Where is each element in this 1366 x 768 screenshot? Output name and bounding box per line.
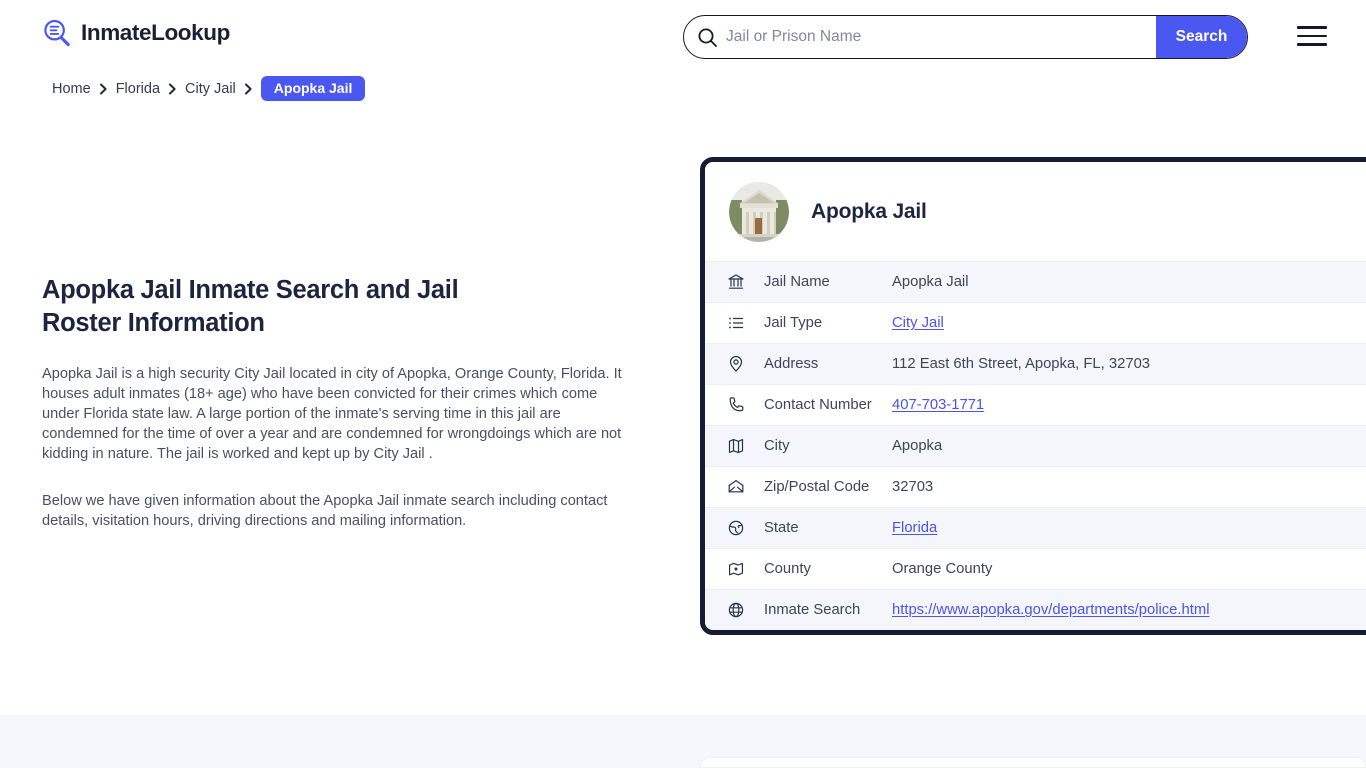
row-value: Orange County: [892, 561, 992, 577]
row-label: Address: [764, 356, 892, 372]
jail-info-card: Apopka Jail Jail Name Apopka Jail: [700, 157, 1366, 635]
chevron-right-icon: [244, 83, 253, 95]
table-row: City Apopka: [705, 425, 1366, 466]
search-list-logo-icon: [42, 18, 72, 48]
brand-logo[interactable]: InmateLookup: [42, 18, 230, 48]
search-button[interactable]: Search: [1156, 16, 1247, 58]
secondary-paragraph: Below we have given information about th…: [42, 491, 630, 531]
map-icon: [727, 437, 745, 455]
globe-pin-icon: [727, 519, 745, 537]
row-value: Florida: [892, 520, 937, 536]
row-label: Jail Name: [764, 274, 892, 290]
inmate-search-link[interactable]: https://www.apopka.gov/departments/polic…: [892, 602, 1209, 618]
row-value: 112 East 6th Street, Apopka, FL, 32703: [892, 356, 1150, 372]
bank-icon: [727, 273, 745, 291]
table-row: Inmate Search https://www.apopka.gov/dep…: [705, 589, 1366, 630]
breadcrumb: Home Florida City Jail Apopka Jail: [52, 76, 365, 101]
hamburger-menu-icon[interactable]: [1297, 25, 1327, 47]
row-label: Jail Type: [764, 315, 892, 331]
row-value: City Jail: [892, 315, 944, 331]
row-value: Apopka: [892, 438, 942, 454]
brand-name: InmateLookup: [81, 22, 230, 45]
search-input[interactable]: [684, 16, 1156, 58]
site-header: InmateLookup Search: [0, 0, 1366, 72]
hamburger-bar: [1297, 26, 1327, 29]
article-column: Apopka Jail Inmate Search and Jail Roste…: [42, 274, 632, 531]
breadcrumb-item-florida[interactable]: Florida: [116, 81, 160, 97]
table-row: Jail Name Apopka Jail: [705, 261, 1366, 302]
table-row: Contact Number 407-703-1771: [705, 384, 1366, 425]
envelope-icon: [727, 478, 745, 496]
hamburger-bar: [1297, 35, 1327, 38]
chevron-right-icon: [168, 83, 177, 95]
county-icon: [727, 560, 745, 578]
row-label: County: [764, 561, 892, 577]
table-row: County Orange County: [705, 548, 1366, 589]
row-value: 32703: [892, 479, 933, 495]
hamburger-bar: [1297, 43, 1327, 46]
page-root: InmateLookup Search Home Florida: [0, 0, 1366, 768]
table-row: Jail Type City Jail: [705, 302, 1366, 343]
page-title: Apopka Jail Inmate Search and Jail Roste…: [42, 274, 542, 339]
row-label: Inmate Search: [764, 602, 892, 618]
list-icon: [727, 314, 745, 332]
search-bar: Search: [683, 15, 1248, 59]
row-label: City: [764, 438, 892, 454]
contact-number-link[interactable]: 407-703-1771: [892, 397, 984, 413]
courthouse-photo-avatar: [729, 182, 789, 242]
search-icon: [697, 27, 718, 48]
table-row: Zip/Postal Code 32703: [705, 466, 1366, 507]
breadcrumb-item-current: Apopka Jail: [261, 76, 366, 101]
table-row: Address 112 East 6th Street, Apopka, FL,…: [705, 343, 1366, 384]
table-row: State Florida: [705, 507, 1366, 548]
bottom-panel: [700, 757, 1366, 768]
row-value: https://www.apopka.gov/departments/polic…: [892, 602, 1209, 618]
row-value: Apopka Jail: [892, 274, 969, 290]
breadcrumb-item-city-jail[interactable]: City Jail: [185, 81, 236, 97]
card-header: Apopka Jail: [705, 162, 1366, 261]
row-value: 407-703-1771: [892, 397, 984, 413]
row-label: Zip/Postal Code: [764, 479, 892, 495]
chevron-right-icon: [99, 83, 108, 95]
row-label: Contact Number: [764, 397, 892, 413]
jail-info-table: Jail Name Apopka Jail Jail Type City Jai…: [705, 261, 1366, 630]
intro-paragraph: Apopka Jail is a high security City Jail…: [42, 364, 630, 464]
state-link[interactable]: Florida: [892, 520, 937, 536]
map-pin-icon: [727, 355, 745, 373]
phone-icon: [727, 396, 745, 414]
globe-icon: [727, 601, 745, 619]
breadcrumb-item-home[interactable]: Home: [52, 81, 91, 97]
jail-type-link[interactable]: City Jail: [892, 315, 944, 331]
row-label: State: [764, 520, 892, 536]
card-title: Apopka Jail: [811, 200, 927, 224]
